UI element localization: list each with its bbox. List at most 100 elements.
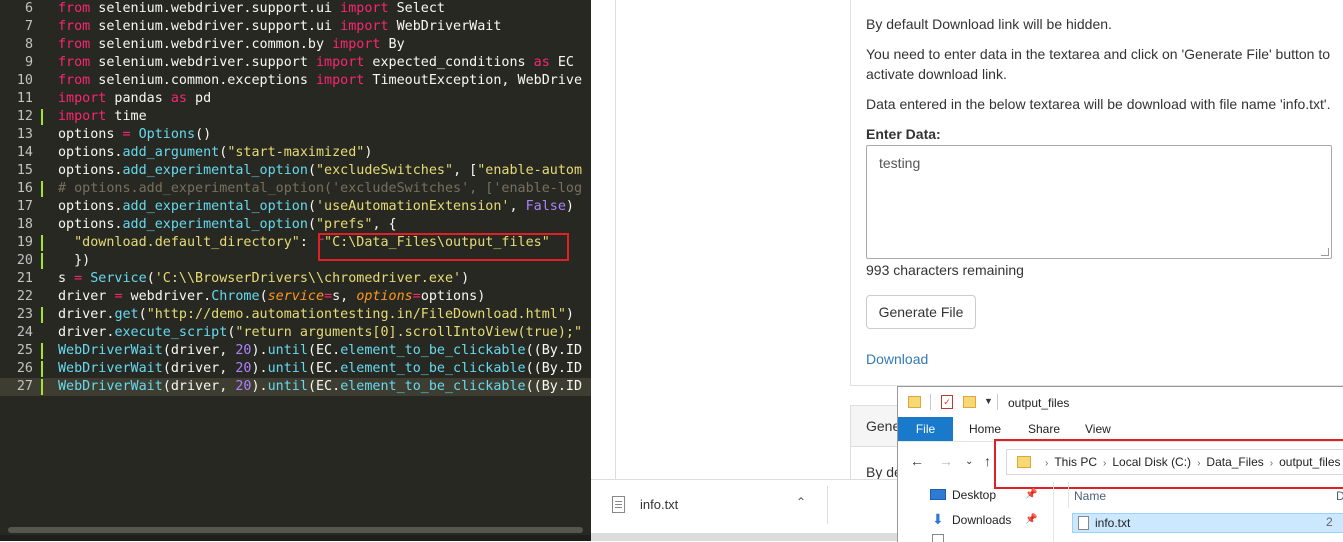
tab-share[interactable]: Share (1028, 417, 1060, 441)
code-token: ). (251, 361, 268, 376)
code-line[interactable]: 25 WebDriverWait(driver, 20).until(EC.ele… (0, 342, 591, 360)
pin-icon[interactable]: 📌 (1025, 489, 1037, 500)
code-editor[interactable]: 6 from selenium.webdriver.support.ui impo… (0, 0, 591, 541)
tab-file[interactable]: File (898, 417, 953, 441)
code-lines[interactable]: 6 from selenium.webdriver.support.ui impo… (0, 0, 591, 396)
up-arrow-icon[interactable]: ↑ (984, 453, 991, 469)
code-line[interactable]: 14 options.add_argument("start-maximized"… (0, 144, 591, 162)
back-arrow-icon[interactable]: ← (910, 453, 924, 469)
textarea-value: testing (879, 155, 921, 171)
code-token: ((By.ID (525, 379, 583, 394)
line-number: 18 (16, 217, 33, 232)
code-text: s = Service('C:\\BrowserDrivers\\chromed… (58, 270, 469, 288)
code-line[interactable]: 23 driver.get("http://demo.automationtest… (0, 306, 591, 324)
code-line[interactable]: 27 WebDriverWait(driver, 20).until(EC.ele… (0, 378, 591, 396)
resize-handle-icon[interactable] (1321, 248, 1329, 256)
downloaded-file-name[interactable]: info.txt (640, 497, 678, 512)
explorer-title-bar: ✓ ▼ output_files (898, 387, 1343, 417)
line-number: 17 (16, 199, 33, 214)
code-text: options = Options() (58, 126, 211, 144)
code-token: ). (251, 379, 268, 394)
code-token: By (380, 37, 405, 52)
properties-icon[interactable]: ✓ (941, 395, 953, 409)
code-token: selenium.webdriver.support.ui (90, 19, 341, 34)
code-line[interactable]: 9 from selenium.webdriver.support import … (0, 54, 591, 72)
chevron-up-icon[interactable]: ⌃ (796, 495, 806, 509)
new-folder-icon[interactable] (963, 396, 976, 408)
code-line[interactable]: 7 from selenium.webdriver.support.ui impo… (0, 18, 591, 36)
code-line[interactable]: 8 from selenium.webdriver.common.by impor… (0, 36, 591, 54)
tab-home[interactable]: Home (969, 417, 1001, 441)
nav-item-desktop[interactable]: Desktop (952, 488, 996, 502)
code-line[interactable]: 26 WebDriverWait(driver, 20).until(EC.ele… (0, 360, 591, 378)
line-number: 7 (24, 19, 33, 34)
line-number: 12 (16, 109, 33, 124)
code-line[interactable]: 21 s = Service('C:\\BrowserDrivers\\chrom… (0, 270, 591, 288)
file-row[interactable]: info.txt (1072, 513, 1343, 533)
recent-locations-chevron-icon[interactable]: ⌄ (965, 456, 973, 467)
code-line[interactable]: 10 from selenium.common.exceptions import… (0, 72, 591, 90)
code-line[interactable]: 12 import time (0, 108, 591, 126)
line-number: 26 (16, 361, 33, 376)
modified-marker (41, 253, 43, 269)
column-header-name[interactable]: Name (1074, 489, 1106, 503)
code-token: () (195, 127, 212, 142)
code-line[interactable]: 6 from selenium.webdriver.support.ui impo… (0, 0, 591, 18)
code-token: from (58, 55, 91, 70)
code-token: }) (58, 253, 91, 268)
code-token: s, (332, 289, 357, 304)
code-token: from (58, 37, 91, 52)
code-token: add_argument (122, 145, 220, 160)
code-line[interactable]: 11 import pandas as pd (0, 90, 591, 108)
code-token: import (58, 109, 107, 124)
code-line[interactable]: 22 driver = webdriver.Chrome(service=s, o… (0, 288, 591, 306)
code-token: 20 (235, 361, 252, 376)
download-bar-separator (827, 486, 828, 524)
code-line[interactable]: 16 # options.add_experimental_option('exc… (0, 180, 591, 198)
instructions-text: You need to enter data in the textarea a… (866, 46, 1331, 82)
code-line[interactable]: 17 options.add_experimental_option('useAu… (0, 198, 591, 216)
code-token: time (106, 109, 147, 124)
code-line[interactable]: 18 options.add_experimental_option("prefs… (0, 216, 591, 234)
column-header-date[interactable]: D (1336, 489, 1343, 503)
line-number: 15 (16, 163, 33, 178)
code-token: ((By.ID (525, 361, 583, 376)
tab-view[interactable]: View (1085, 417, 1111, 441)
code-text: from selenium.webdriver.support.ui impor… (58, 0, 445, 18)
download-link[interactable]: Download (866, 349, 928, 369)
file-name: info.txt (1095, 516, 1131, 530)
code-token: WebDriverWait (58, 379, 163, 394)
code-line[interactable]: 24 driver.execute_script("return argument… (0, 324, 591, 342)
code-text: options.add_experimental_option('useAuto… (58, 198, 574, 216)
code-token: element_to_be_clickable (340, 379, 526, 394)
code-token: pd (187, 91, 212, 106)
code-line[interactable]: 13 options = Options() (0, 126, 591, 144)
code-token: import (315, 73, 365, 88)
code-token: TimeoutException, WebDrive (364, 73, 583, 88)
code-token: driver (58, 289, 115, 304)
code-token: # options.add_experimental_option('exclu… (58, 181, 583, 196)
editor-scroll-thumb[interactable] (8, 527, 583, 533)
data-textarea[interactable]: testing (866, 145, 1332, 259)
code-token: pandas (106, 91, 171, 106)
code-token: ) (364, 145, 373, 160)
forward-arrow-icon[interactable]: → (939, 453, 953, 469)
code-token: options. (58, 145, 123, 160)
desktop-icon (930, 489, 946, 500)
code-token: "download.default_directory" (74, 235, 300, 250)
code-text: driver.execute_script("return arguments[… (58, 324, 582, 342)
editor-horizontal-scrollbar[interactable] (0, 524, 591, 535)
code-token: from (58, 73, 91, 88)
pin-icon[interactable]: 📌 (1025, 514, 1037, 525)
code-text: from selenium.webdriver.support import e… (58, 54, 574, 72)
window-title: output_files (1008, 396, 1070, 410)
code-token: WebDriverWait (58, 361, 163, 376)
nav-item-downloads[interactable]: Downloads (952, 513, 1011, 527)
characters-remaining: 993 characters remaining (866, 262, 1024, 278)
code-line[interactable]: 15 options.add_experimental_option("exclu… (0, 162, 591, 180)
code-token: "prefs" (316, 217, 373, 232)
generate-file-button[interactable]: Generate File (866, 295, 976, 329)
quick-access-dropdown-icon[interactable]: ▼ (984, 396, 993, 406)
line-number: 27 (16, 379, 33, 394)
